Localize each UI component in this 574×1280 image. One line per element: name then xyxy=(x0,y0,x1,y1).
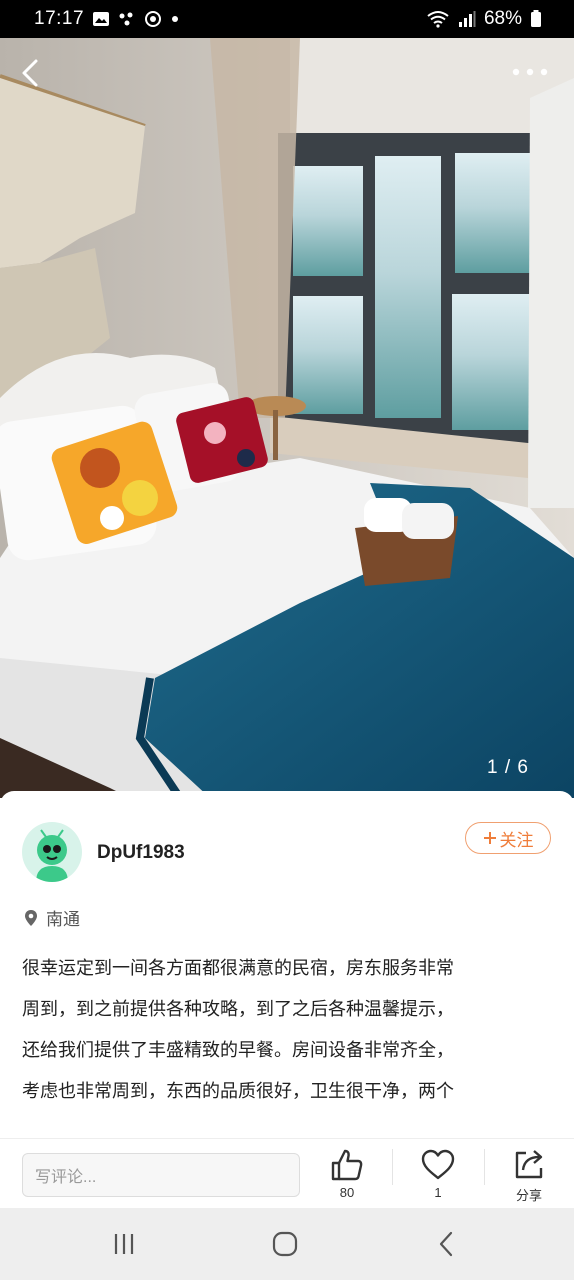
user-avatar[interactable] xyxy=(22,822,82,882)
share-button[interactable]: 分享 xyxy=(499,1147,559,1204)
heart-icon xyxy=(421,1149,455,1180)
review-line: 还给我们提供了丰盛精致的早餐。房间设备非常齐全， xyxy=(22,1040,454,1060)
photo-counter: 1 / 6 xyxy=(487,757,529,778)
dot-icon xyxy=(172,16,178,22)
username[interactable]: DpUf1983 xyxy=(97,842,185,864)
home-icon[interactable] xyxy=(265,1230,305,1258)
share-icon xyxy=(515,1150,543,1179)
battery-percent: 68% xyxy=(483,8,522,29)
favorite-button[interactable]: 1 xyxy=(408,1147,468,1200)
share-label: 分享 xyxy=(515,1188,542,1203)
system-nav-bar xyxy=(0,1208,574,1280)
battery-icon xyxy=(531,10,541,27)
more-icon[interactable] xyxy=(510,60,550,84)
like-count: 80 xyxy=(339,1185,355,1200)
plus-icon xyxy=(483,832,496,844)
divider xyxy=(392,1149,393,1185)
comment-input[interactable]: 写评论... xyxy=(22,1153,300,1197)
room-photo[interactable] xyxy=(0,38,574,798)
follow-button[interactable]: 关注 xyxy=(465,822,551,854)
back-nav-icon[interactable] xyxy=(426,1230,466,1258)
thumbs-up-icon xyxy=(331,1149,363,1181)
comment-placeholder: 写评论... xyxy=(35,1169,97,1186)
review-line: 很幸运定到一间各方面都很满意的民宿，房东服务非常 xyxy=(22,958,454,978)
location-label: 南通 xyxy=(46,910,80,929)
review-line: 考虑也非常周到，东西的品质很好，卫生很干净，两个 xyxy=(22,1081,454,1101)
bottom-action-bar: 写评论... 80 1 分享 xyxy=(0,1138,574,1209)
back-icon[interactable] xyxy=(14,56,48,90)
favorite-count: 1 xyxy=(434,1185,442,1200)
like-button[interactable]: 80 xyxy=(317,1147,377,1200)
review-text: 很幸运定到一间各方面都很满意的民宿，房东服务非常 周到，到之前提供各种攻略，到了… xyxy=(22,948,552,1138)
review-line: 周到，到之前提供各种攻略，到了之后各种温馨提示， xyxy=(22,999,454,1019)
follow-label: 关注 xyxy=(499,830,534,850)
dots-icon xyxy=(119,12,133,26)
status-bar: 17:17 68% xyxy=(0,0,574,38)
location[interactable]: 南通 xyxy=(24,905,80,930)
target-icon xyxy=(145,11,161,27)
wifi-icon xyxy=(427,11,449,28)
divider xyxy=(484,1149,485,1185)
recent-apps-icon[interactable] xyxy=(104,1230,144,1258)
signal-icon xyxy=(458,11,476,27)
ant-avatar-icon xyxy=(36,829,68,882)
location-pin-icon xyxy=(25,909,37,926)
status-time: 17:17 xyxy=(34,8,85,29)
image-icon xyxy=(93,12,109,26)
status-notification-icons xyxy=(92,10,180,28)
